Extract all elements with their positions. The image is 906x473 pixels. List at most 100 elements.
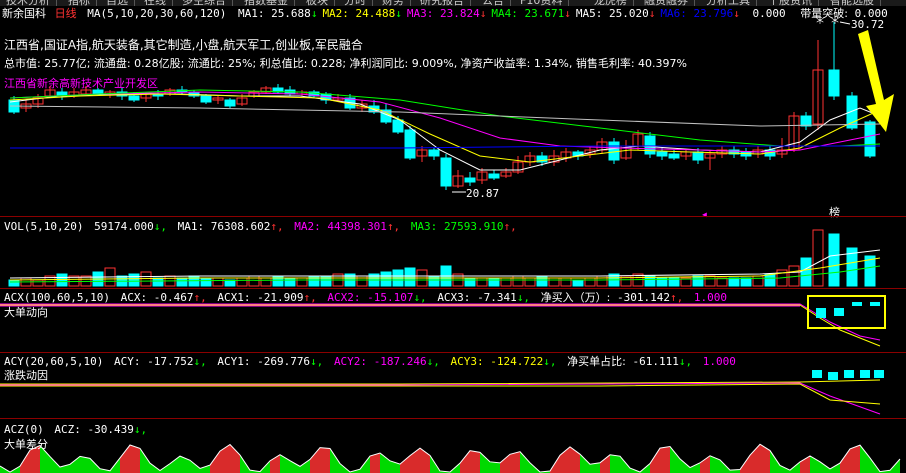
volume-bar — [260, 277, 272, 287]
volume-bar — [728, 277, 740, 287]
volume-bar — [8, 279, 20, 287]
acz-value: -30.439 — [87, 423, 134, 436]
volume-bar — [296, 277, 308, 287]
acx-title: 大单动向 — [4, 306, 48, 319]
volume-bar — [488, 277, 500, 287]
acx1-name: ACX1: — [217, 291, 251, 304]
acy1-name: ACY1: — [217, 355, 251, 368]
acy-title: 涨跌动因 — [4, 369, 48, 382]
volume-bar — [176, 277, 188, 287]
acz-area — [20, 450, 30, 473]
acz-area — [580, 454, 590, 473]
acy-header: ACY(20,60,5,10) ACY: -17.752↓, ACY1: -26… — [4, 355, 736, 368]
ma5-line — [9, 105, 881, 127]
acz-area — [860, 445, 870, 473]
volume-bar — [740, 277, 752, 287]
candle — [846, 95, 858, 129]
ma6-line — [10, 145, 880, 149]
acy2-line — [0, 382, 881, 415]
acz-area — [770, 450, 780, 473]
candle — [428, 149, 440, 157]
acz-area — [380, 453, 390, 473]
volume-bar — [828, 233, 840, 287]
candle — [224, 99, 236, 107]
vol-ma2-name: MA2: — [294, 220, 321, 233]
acx1-value: -21.909 — [257, 291, 304, 304]
vol-ma3-value: 27593.910 — [443, 220, 504, 233]
divider-vol — [0, 216, 906, 217]
acy2-name: ACY2: — [333, 355, 368, 368]
acz-area — [320, 447, 330, 473]
candle — [644, 135, 656, 155]
candle — [692, 151, 704, 161]
acz-area — [130, 445, 140, 473]
candle — [656, 151, 668, 157]
volume-bar — [800, 257, 812, 287]
volume-bar — [32, 279, 44, 287]
acz-area — [70, 456, 80, 473]
acz-area — [750, 444, 760, 473]
acy-bar — [812, 370, 822, 378]
volume-bar — [236, 277, 248, 287]
acz-area — [80, 456, 90, 473]
volume-bar — [692, 275, 704, 287]
vol-header: VOL(5,10,20) 59174.000↓, MA1: 76308.602↑… — [4, 220, 517, 233]
candle — [828, 69, 840, 97]
acx2-tail — [0, 303, 881, 341]
volume-bar — [752, 275, 764, 287]
acz-area — [760, 444, 770, 473]
acy-flag: 1.000 — [702, 355, 736, 368]
volume-bar — [524, 277, 536, 287]
acz-area — [500, 454, 510, 473]
candle — [800, 115, 812, 127]
volume-bar — [464, 277, 476, 287]
acy-ratio-name: 净买单占比: — [567, 355, 626, 368]
acz-area — [400, 455, 410, 473]
acy-bar — [874, 370, 884, 378]
acz-area — [690, 462, 700, 473]
volume-bar — [704, 275, 716, 287]
divider-acy — [0, 352, 906, 353]
acz-area — [300, 459, 310, 473]
acz-area — [700, 455, 710, 473]
volume-bar — [56, 273, 68, 287]
acz-area — [520, 451, 530, 473]
acz-header: ACZ(0) ACZ: -30.439↓, — [4, 423, 148, 436]
acy2-value: -187.246 — [373, 355, 427, 368]
acx-label: ACX(100,60,5,10) — [4, 291, 110, 304]
candle — [464, 177, 476, 183]
acx-header: ACX(100,60,5,10) ACX: -0.467↑, ACX1: -21… — [4, 291, 728, 304]
acy-ratio-value: -61.111 — [632, 355, 679, 368]
volume-bar — [584, 277, 596, 287]
acx-name: ACX: — [120, 291, 148, 304]
acy-name: ACY: — [113, 355, 141, 368]
divider-acz — [0, 418, 906, 419]
candle — [392, 119, 404, 133]
acz-area — [670, 446, 680, 473]
acz-area — [210, 451, 220, 473]
volume-bar — [200, 277, 212, 287]
candle — [200, 95, 212, 103]
volume-bar — [356, 275, 368, 287]
high-star: ＊ — [815, 16, 825, 27]
candle — [404, 129, 416, 159]
acz-area — [850, 445, 860, 473]
acx-net-name: 净买入（万）: — [540, 291, 611, 304]
high-price-label: 30.72 — [851, 18, 885, 31]
acz-area — [610, 454, 620, 473]
acy3-value: -124.722 — [490, 355, 544, 368]
acx3-name: ACX3: — [437, 291, 471, 304]
volume-bar — [308, 275, 320, 287]
acz-area — [290, 460, 300, 473]
candlestick-chart[interactable]: ＊ ＊ ◀ — [0, 0, 906, 473]
ma3-line — [9, 91, 881, 153]
low-price-label: 20.87 — [466, 187, 500, 200]
volume-bar — [248, 275, 260, 287]
volume-bar — [572, 279, 584, 287]
volume-bar — [212, 277, 224, 287]
acx-value: -0.467 — [153, 291, 194, 304]
acy-bar — [844, 370, 854, 378]
vol-ma1-value: 76308.602 — [210, 220, 271, 233]
vol-ma2-value: 44398.301 — [327, 220, 387, 233]
acy1-value: -269.776 — [257, 355, 311, 368]
